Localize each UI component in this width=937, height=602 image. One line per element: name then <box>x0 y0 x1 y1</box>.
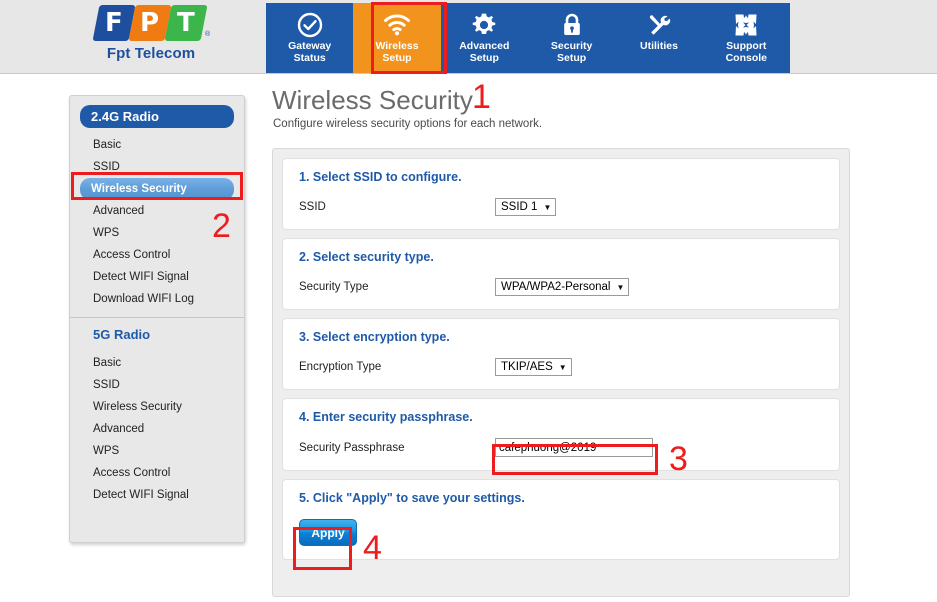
logo-letter-t-text: T <box>177 8 195 38</box>
gear-icon <box>467 10 501 40</box>
nav-label-support-console: Support Console <box>725 40 768 64</box>
nav-item-gateway-status[interactable]: Gateway Status <box>266 3 353 73</box>
security-type-field-row: Security Type WPA/WPA2-Personal ▼ <box>299 278 823 296</box>
security-type-label: Security Type <box>299 281 369 293</box>
check-circle-icon <box>293 10 327 40</box>
page-title: Wireless Security <box>272 85 473 115</box>
section-2-heading: 2. Select security type. <box>299 250 434 264</box>
nav-label-gateway-status: Gateway Status <box>288 40 332 64</box>
encryption-type-field-row: Encryption Type TKIP/AES ▼ <box>299 358 823 376</box>
section-select-encryption-type: 3. Select encryption type. Encryption Ty… <box>282 318 840 390</box>
brand-name: Fpt Telecom <box>106 45 196 62</box>
registered-mark-icon: ® <box>205 31 211 38</box>
annotation-number-1: 1 <box>472 78 491 116</box>
chevron-down-icon: ▼ <box>558 362 567 372</box>
section-4-heading: 4. Enter security passphrase. <box>299 410 473 424</box>
security-type-select[interactable]: WPA/WPA2-Personal ▼ <box>495 278 630 296</box>
section-5-heading: 5. Click "Apply" to save your settings. <box>299 491 525 505</box>
nav-item-utilities[interactable]: Utilities <box>615 3 702 73</box>
nav-item-advanced-setup[interactable]: Advanced Setup <box>441 3 528 73</box>
nav-label-utilities: Utilities <box>640 40 678 52</box>
logo-letter-t: T <box>164 5 208 41</box>
section-select-security-type: 2. Select security type. Security Type W… <box>282 238 840 310</box>
sidebar-item-5g-wps[interactable]: WPS <box>80 440 234 462</box>
sidebar-item-5g-advanced[interactable]: Advanced <box>80 418 234 440</box>
sidebar-divider <box>70 317 244 318</box>
sidebar-item-5g-detect-wifi-signal[interactable]: Detect WIFI Signal <box>80 484 234 506</box>
sidebar-item-24g-ssid[interactable]: SSID <box>80 156 234 178</box>
sidebar-item-5g-wireless-security[interactable]: Wireless Security <box>80 396 234 418</box>
fpt-logo-marks: F P T ® <box>88 5 214 43</box>
nav-label-wireless-setup: Wireless Setup <box>375 40 419 64</box>
section-select-ssid: 1. Select SSID to configure. SSID SSID 1… <box>282 158 840 230</box>
sidebar-item-24g-basic[interactable]: Basic <box>80 134 234 156</box>
nav-label-advanced-setup: Advanced Setup <box>459 40 510 64</box>
ssid-select-value: SSID 1 <box>501 201 538 213</box>
sidebar-item-5g-ssid[interactable]: SSID <box>80 374 234 396</box>
sidebar-item-24g-advanced[interactable]: Advanced <box>80 200 234 222</box>
sidebar-group-24g-radio: 2.4G Radio <box>80 105 234 128</box>
section-enter-passphrase: 4. Enter security passphrase. Security P… <box>282 398 840 471</box>
sidebar-item-24g-detect-wifi-signal[interactable]: Detect WIFI Signal <box>80 266 234 288</box>
passphrase-field-row: Security Passphrase <box>299 438 823 457</box>
logo-letter-p-text: P <box>140 8 160 38</box>
ssid-label: SSID <box>299 201 326 213</box>
page-subtitle: Configure wireless security options for … <box>273 118 543 130</box>
sidebar-item-5g-basic[interactable]: Basic <box>80 352 234 374</box>
section-3-heading: 3. Select encryption type. <box>299 330 450 344</box>
chevron-down-icon: ▼ <box>543 202 552 212</box>
lock-icon <box>555 10 589 40</box>
fpt-logo: F P T ® Fpt Telecom <box>86 5 216 62</box>
chevron-down-icon: ▼ <box>616 282 625 292</box>
sidebar-item-5g-access-control[interactable]: Access Control <box>80 462 234 484</box>
section-1-heading: 1. Select SSID to configure. <box>299 170 462 184</box>
annotation-number-3: 3 <box>669 440 688 478</box>
annotation-number-2: 2 <box>212 207 231 245</box>
sidebar-item-24g-wireless-security[interactable]: Wireless Security <box>80 178 234 200</box>
annotation-number-4: 4 <box>363 529 382 567</box>
sidebar: 2.4G Radio Basic SSID Wireless Security … <box>69 95 245 543</box>
logo-letter-f-text: F <box>105 8 123 38</box>
sidebar-group-5g-radio: 5G Radio <box>93 327 151 342</box>
nav-item-security-setup[interactable]: Security Setup <box>528 3 615 73</box>
page-header: F P T ® Fpt Telecom Gateway Status Wirel… <box>0 0 937 74</box>
ssid-select[interactable]: SSID 1 ▼ <box>495 198 557 216</box>
tools-icon <box>642 10 676 40</box>
encryption-type-label: Encryption Type <box>299 361 382 373</box>
nav-item-wireless-setup[interactable]: Wireless Setup <box>353 3 441 73</box>
compress-arrows-icon <box>729 10 763 40</box>
wifi-icon <box>380 10 414 40</box>
wireless-security-panel: 1. Select SSID to configure. SSID SSID 1… <box>272 148 850 597</box>
ssid-field-row: SSID SSID 1 ▼ <box>299 198 823 216</box>
security-type-select-value: WPA/WPA2-Personal <box>501 281 611 293</box>
sidebar-item-24g-wps[interactable]: WPS <box>80 222 234 244</box>
main-navbar: Gateway Status Wireless Setup Advanced S… <box>266 3 790 73</box>
apply-button[interactable]: Apply <box>299 519 357 546</box>
nav-item-support-console[interactable]: Support Console <box>703 3 790 73</box>
passphrase-input[interactable] <box>495 438 653 457</box>
sidebar-item-24g-access-control[interactable]: Access Control <box>80 244 234 266</box>
passphrase-label: Security Passphrase <box>299 441 405 454</box>
encryption-type-select-value: TKIP/AES <box>501 361 553 373</box>
sidebar-item-24g-download-wifi-log[interactable]: Download WIFI Log <box>80 288 234 310</box>
encryption-type-select[interactable]: TKIP/AES ▼ <box>495 358 572 376</box>
nav-label-security-setup: Security Setup <box>550 40 593 64</box>
